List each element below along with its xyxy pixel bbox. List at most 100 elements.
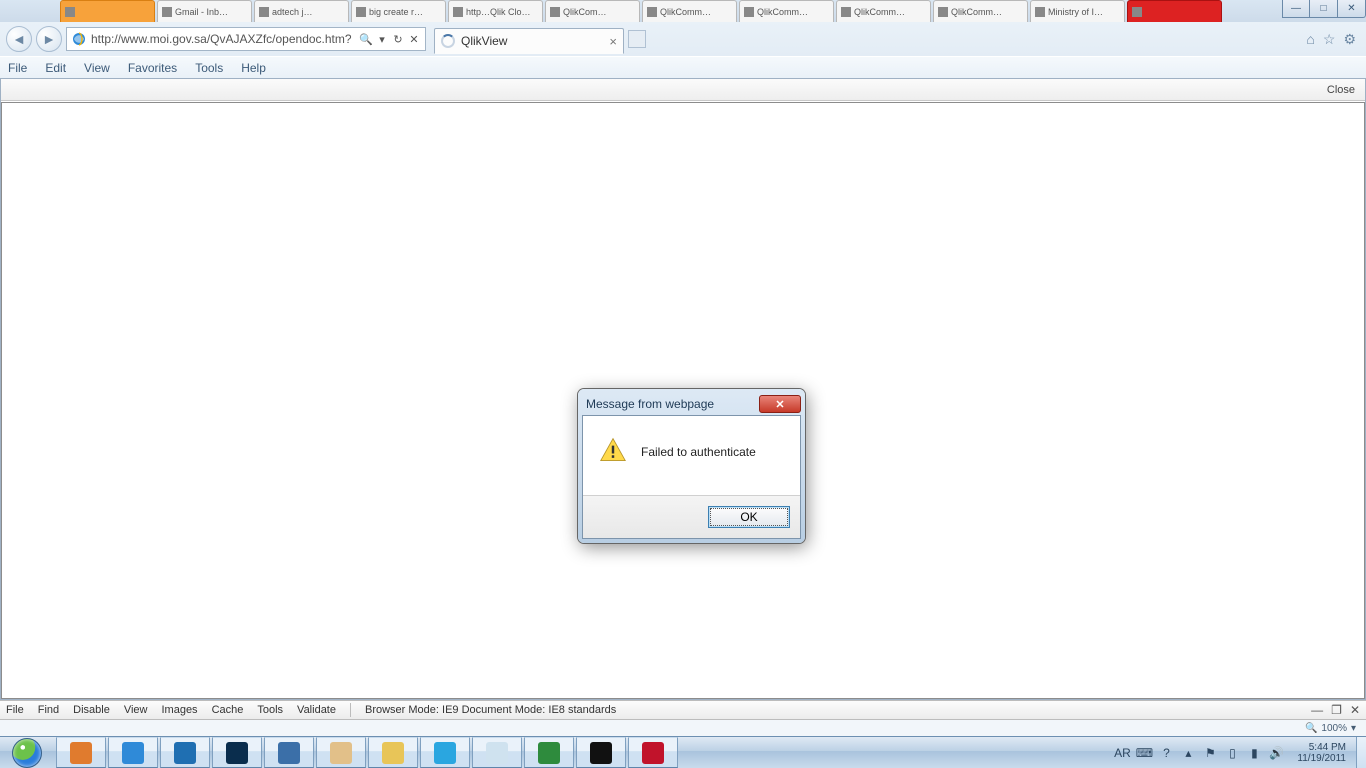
tab-close-icon[interactable]: ×: [609, 34, 617, 49]
excel-icon: [538, 742, 560, 764]
tab-favicon-icon: [356, 7, 366, 17]
background-tab[interactable]: http…Qlik Clo…: [448, 0, 543, 22]
tray-chevron-icon[interactable]: ▴: [1181, 746, 1195, 760]
search-icon[interactable]: 🔍: [359, 32, 373, 46]
start-button[interactable]: [0, 737, 54, 768]
tab-label: Gmail - Inb…: [175, 7, 228, 17]
devtools-disable[interactable]: Disable: [73, 704, 110, 716]
page-close-link[interactable]: Close: [1327, 84, 1355, 96]
devtools-tools[interactable]: Tools: [257, 704, 283, 716]
favorites-icon[interactable]: ☆: [1323, 31, 1336, 48]
background-window-tabs: Gmail - Inb… adtech j… big create r… http…Q…: [0, 0, 1366, 22]
background-tab[interactable]: big create r…: [351, 0, 446, 22]
background-tab[interactable]: Ministry of I…: [1030, 0, 1125, 22]
zoom-icon[interactable]: 🔍: [1305, 723, 1317, 734]
tray-lang[interactable]: AR: [1115, 746, 1129, 760]
devtools-minimize-icon[interactable]: —: [1311, 703, 1323, 717]
status-bar: 🔍 100% ▾: [0, 720, 1366, 736]
menu-tools[interactable]: Tools: [195, 61, 223, 75]
menu-help[interactable]: Help: [241, 61, 266, 75]
url-input[interactable]: [91, 28, 355, 50]
dialog-titlebar[interactable]: Message from webpage ✕: [582, 393, 801, 415]
device-icon: [278, 742, 300, 764]
tray-date: 11/19/2011: [1297, 753, 1346, 764]
tray-help-icon[interactable]: ?: [1159, 746, 1173, 760]
refresh-icon[interactable]: ↻: [391, 32, 405, 46]
menu-favorites[interactable]: Favorites: [128, 61, 177, 75]
tab-label: QlikComm…: [951, 7, 1002, 17]
taskbar-cmd[interactable]: [576, 737, 626, 768]
zoom-dropdown-icon[interactable]: ▾: [1351, 723, 1356, 734]
tab-favicon-icon: [259, 7, 269, 17]
taskbar-check[interactable]: [160, 737, 210, 768]
devtools-find[interactable]: Find: [38, 704, 59, 716]
background-tab[interactable]: [60, 0, 155, 22]
forward-button[interactable]: ►: [36, 26, 62, 52]
show-desktop-button[interactable]: [1356, 737, 1366, 768]
tray-flag-icon[interactable]: ⚑: [1203, 746, 1217, 760]
tab-favicon-icon: [162, 7, 172, 17]
address-bar[interactable]: 🔍 ▾ ↻ ✕: [66, 27, 426, 51]
tab-favicon-icon: [453, 7, 463, 17]
taskbar-firefox[interactable]: [56, 737, 106, 768]
background-tab[interactable]: Gmail - Inb…: [157, 0, 252, 22]
dialog-ok-button[interactable]: OK: [708, 506, 790, 528]
start-orb-icon: [12, 738, 42, 768]
background-tab[interactable]: QlikCom…: [545, 0, 640, 22]
devtools-bar: File Find Disable View Images Cache Tools Valid…: [0, 700, 1366, 720]
devtools-cache[interactable]: Cache: [212, 704, 244, 716]
taskbar-excel[interactable]: [524, 737, 574, 768]
background-tab[interactable]: QlikComm…: [836, 0, 931, 22]
background-tab[interactable]: QlikComm…: [739, 0, 834, 22]
dialog-close-button[interactable]: ✕: [759, 395, 801, 413]
taskbar-skype[interactable]: [420, 737, 470, 768]
tray-keyboard-icon[interactable]: ⌨: [1137, 746, 1151, 760]
tab-favicon-icon: [744, 7, 754, 17]
tab-favicon-icon: [647, 7, 657, 17]
menu-edit[interactable]: Edit: [45, 61, 66, 75]
background-tab[interactable]: QlikComm…: [933, 0, 1028, 22]
browser-toolbar-right: ⌂ ☆ ⚙: [1306, 31, 1360, 48]
tools-icon[interactable]: ⚙: [1343, 31, 1356, 48]
menu-file[interactable]: File: [8, 61, 27, 75]
devtools-view[interactable]: View: [124, 704, 148, 716]
devtools-close-icon[interactable]: ✕: [1350, 703, 1360, 717]
devtools-validate[interactable]: Validate: [297, 704, 336, 716]
background-tab[interactable]: [1127, 0, 1222, 22]
back-button[interactable]: ◄: [6, 26, 32, 52]
devtools-images[interactable]: Images: [161, 704, 197, 716]
tab-label: http…Qlik Clo…: [466, 7, 531, 17]
dropdown-icon[interactable]: ▾: [375, 32, 389, 46]
tray-volume-icon[interactable]: 🔊: [1269, 746, 1283, 760]
window-close-button[interactable]: ✕: [1338, 0, 1366, 18]
system-tray: AR ⌨ ? ▴ ⚑ ▯ ▮ 🔊 5:44 PM 11/19/2011: [1111, 737, 1356, 768]
taskbar-paint[interactable]: [316, 737, 366, 768]
dialog-title: Message from webpage: [586, 397, 714, 411]
stop-icon[interactable]: ✕: [407, 32, 421, 46]
tray-clock[interactable]: 5:44 PM 11/19/2011: [1291, 742, 1352, 764]
tray-network-icon[interactable]: ▮: [1247, 746, 1261, 760]
taskbar-ie[interactable]: [108, 737, 158, 768]
devtools-file[interactable]: File: [6, 704, 24, 716]
window-minimize-button[interactable]: —: [1282, 0, 1310, 18]
background-tab[interactable]: QlikComm…: [642, 0, 737, 22]
devtools-popout-icon[interactable]: ❐: [1331, 703, 1342, 717]
home-icon[interactable]: ⌂: [1306, 31, 1314, 48]
background-tab[interactable]: adtech j…: [254, 0, 349, 22]
tab-label: QlikCom…: [563, 7, 607, 17]
taskbar-device[interactable]: [264, 737, 314, 768]
taskbar-notepad[interactable]: [472, 737, 522, 768]
devtools-mode-label[interactable]: Browser Mode: IE9 Document Mode: IE8 sta…: [365, 704, 616, 716]
taskbar-photoshop[interactable]: [212, 737, 262, 768]
taskbar-acrobat[interactable]: [628, 737, 678, 768]
menu-view[interactable]: View: [84, 61, 110, 75]
taskbar-explorer[interactable]: [368, 737, 418, 768]
browser-tab-active[interactable]: QlikView ×: [434, 28, 624, 54]
new-tab-button[interactable]: [628, 30, 646, 48]
alert-dialog: Message from webpage ✕ Failed to authent…: [578, 389, 805, 543]
tab-label: big create r…: [369, 7, 423, 17]
loading-spinner-icon: [441, 34, 455, 48]
tray-power-icon[interactable]: ▯: [1225, 746, 1239, 760]
zoom-level[interactable]: 100%: [1321, 723, 1347, 734]
window-maximize-button[interactable]: □: [1310, 0, 1338, 18]
